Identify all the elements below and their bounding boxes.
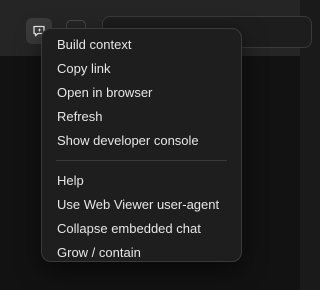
menu-item-show-developer-console[interactable]: Show developer console	[42, 129, 241, 153]
menu-item-build-context[interactable]: Build context	[42, 33, 241, 57]
menu-item-help[interactable]: Help	[42, 169, 241, 193]
menu-item-use-web-viewer-user-agent[interactable]: Use Web Viewer user-agent	[42, 193, 241, 217]
menu-item-grow-contain[interactable]: Grow / contain	[42, 241, 241, 265]
menu-item-open-in-browser[interactable]: Open in browser	[42, 81, 241, 105]
menu-item-refresh[interactable]: Refresh	[42, 105, 241, 129]
menu-item-copy-link[interactable]: Copy link	[42, 57, 241, 81]
context-menu: Build context Copy link Open in browser …	[41, 28, 242, 262]
menu-item-collapse-embedded-chat[interactable]: Collapse embedded chat	[42, 217, 241, 241]
menu-divider	[56, 160, 227, 161]
